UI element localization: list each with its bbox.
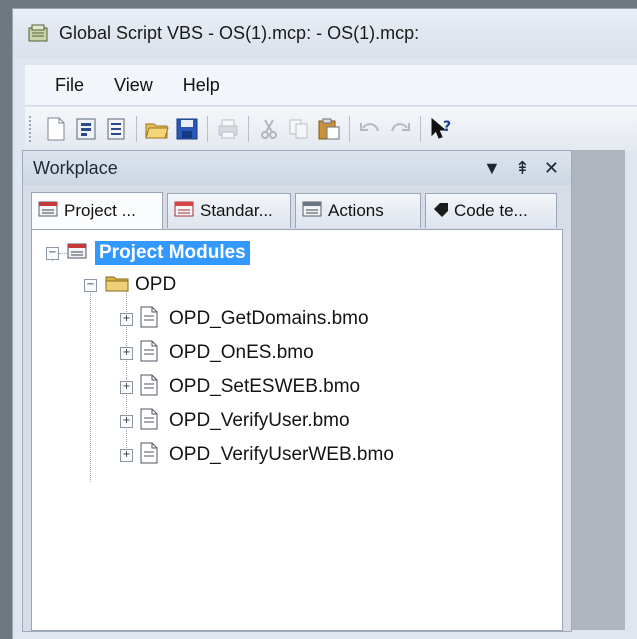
workplace-tabs: Project ... Standar... Actions Code te..… [31, 192, 563, 229]
collapse-icon[interactable]: − [84, 278, 97, 292]
toolbar-grip[interactable] [29, 116, 35, 142]
module-file-icon [139, 306, 159, 333]
tab-code-templates-label: Code te... [454, 201, 528, 220]
tree-item-label: OPD_VerifyUserWEB.bmo [169, 444, 394, 465]
pin-icon[interactable]: ⇞ [515, 158, 530, 179]
tree-root-row[interactable]: − Project Modules [46, 238, 250, 268]
collapse-icon[interactable]: − [46, 246, 59, 260]
paste-icon[interactable] [314, 114, 344, 144]
redo-icon[interactable] [385, 114, 415, 144]
copy-icon[interactable] [284, 114, 314, 144]
tree-item-row[interactable]: + OPD_OnES.bmo [120, 338, 314, 368]
module-file-icon [139, 340, 159, 367]
tab-project[interactable]: Project ... [31, 192, 163, 229]
tree-item-row[interactable]: + OPD_VerifyUserWEB.bmo [120, 440, 394, 470]
tree-item-label: OPD_SetESWEB.bmo [169, 376, 361, 397]
new-project-icon[interactable] [101, 114, 131, 144]
window-title: Global Script VBS - OS(1).mcp: - OS(1).m… [59, 22, 420, 43]
new-icon[interactable] [41, 114, 71, 144]
cut-icon[interactable] [254, 114, 284, 144]
toolbar-separator [207, 116, 208, 142]
tab-project-label: Project ... [64, 201, 136, 220]
menu-bar: File View Help [25, 65, 637, 106]
project-tree: − Project Modules − OPD + OPD_GetDomains… [31, 229, 563, 631]
tab-actions[interactable]: Actions [295, 193, 421, 228]
project-module-icon [38, 200, 60, 223]
open-folder-icon[interactable] [142, 114, 172, 144]
tree-item-label: OPD_GetDomains.bmo [169, 308, 369, 329]
undo-icon[interactable] [355, 114, 385, 144]
open-module-icon[interactable] [71, 114, 101, 144]
project-modules-icon [67, 241, 89, 266]
expand-icon[interactable]: + [120, 312, 133, 326]
tree-item-row[interactable]: + OPD_GetDomains.bmo [120, 304, 369, 334]
menu-view[interactable]: View [114, 75, 153, 96]
close-icon[interactable]: ✕ [544, 158, 559, 179]
toolbar-separator [136, 116, 137, 142]
tab-actions-label: Actions [328, 201, 384, 220]
tree-connector [90, 280, 91, 482]
toolbar-separator [420, 116, 421, 142]
workplace-panel: Workplace ▼ ⇞ ✕ Project ... Standar... A… [22, 150, 572, 632]
expand-icon[interactable]: + [120, 380, 133, 394]
toolbar-separator [349, 116, 350, 142]
tree-root-label: Project Modules [95, 241, 250, 265]
print-icon[interactable] [213, 114, 243, 144]
toolbar: ? [25, 107, 637, 151]
tree-item-label: OPD_OnES.bmo [169, 342, 314, 363]
workplace-header[interactable]: Workplace ▼ ⇞ ✕ [23, 151, 571, 185]
actions-icon [302, 200, 324, 223]
expand-icon[interactable]: + [120, 414, 133, 428]
module-file-icon [139, 408, 159, 435]
app-icon [27, 23, 49, 43]
dropdown-icon[interactable]: ▼ [483, 158, 501, 179]
tree-folder-row[interactable]: − OPD [84, 270, 176, 300]
editor-area[interactable] [571, 150, 625, 630]
tab-standard[interactable]: Standar... [167, 193, 291, 228]
code-template-icon [432, 201, 450, 222]
svg-text:?: ? [443, 119, 451, 135]
tab-standard-label: Standar... [200, 201, 273, 220]
title-bar[interactable]: Global Script VBS - OS(1).mcp: - OS(1).m… [13, 9, 637, 57]
expand-icon[interactable]: + [120, 448, 133, 462]
menu-help[interactable]: Help [183, 75, 220, 96]
save-icon[interactable] [172, 114, 202, 144]
menu-file[interactable]: File [55, 75, 84, 96]
tree-folder-label: OPD [135, 274, 177, 295]
expand-icon[interactable]: + [120, 346, 133, 360]
toolbar-separator [248, 116, 249, 142]
tree-connector [59, 253, 67, 254]
module-file-icon [139, 442, 159, 469]
context-help-icon[interactable]: ? [426, 114, 456, 144]
standard-module-icon [174, 200, 196, 223]
tree-item-row[interactable]: + OPD_VerifyUser.bmo [120, 406, 350, 436]
workplace-title: Workplace [33, 157, 118, 178]
tree-item-label: OPD_VerifyUser.bmo [169, 410, 350, 431]
tab-code-templates[interactable]: Code te... [425, 193, 557, 228]
module-file-icon [139, 374, 159, 401]
folder-icon [105, 273, 129, 298]
tree-item-row[interactable]: + OPD_SetESWEB.bmo [120, 372, 360, 402]
